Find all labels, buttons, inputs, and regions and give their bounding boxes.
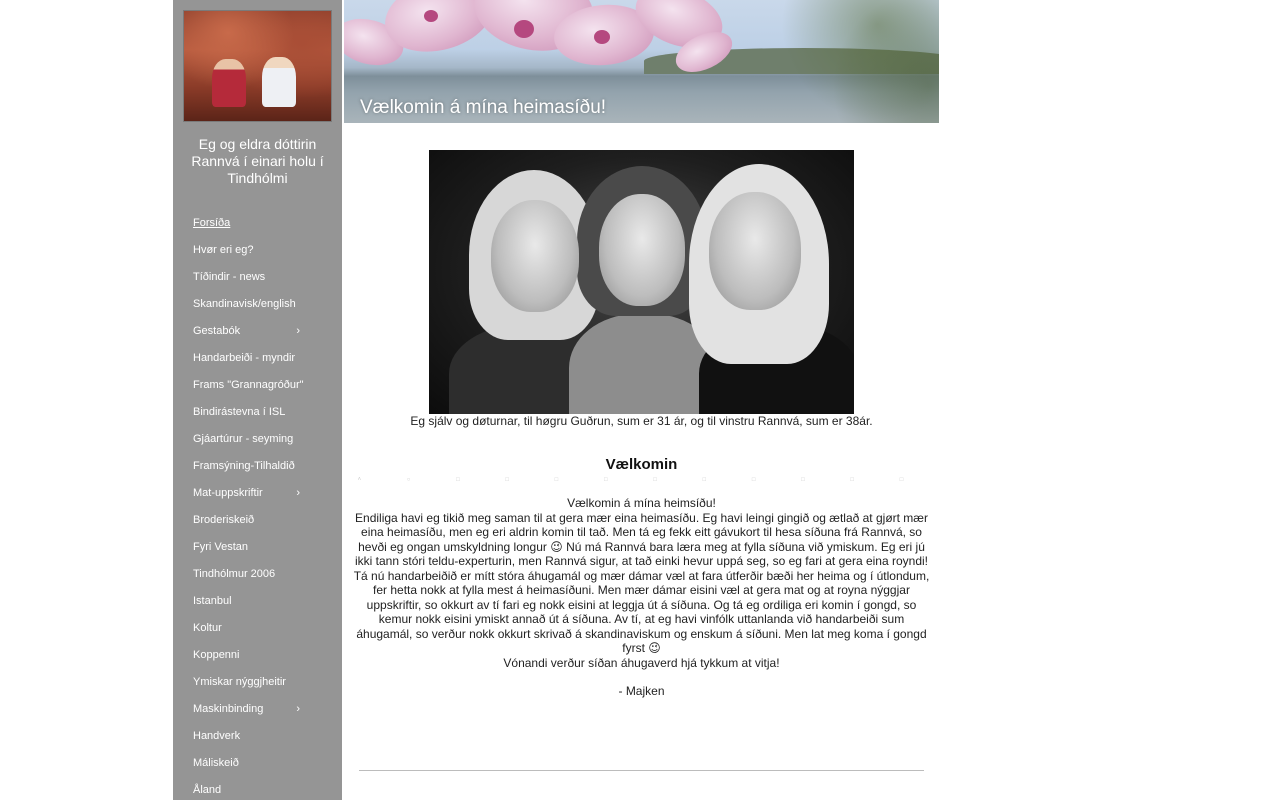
family-photo xyxy=(429,150,854,414)
photo-person-left xyxy=(212,59,246,107)
decorative-divider: ˄ ○ □ □ □ □ □ □ □ □ □ □ □ □ □ ○ ˄ xyxy=(357,477,926,483)
profile-photo xyxy=(183,10,332,122)
welcome-paragraph: Endiliga havi eg tikið meg saman til at … xyxy=(353,510,930,656)
orchid-center xyxy=(514,20,534,38)
photo-person-right xyxy=(262,57,296,107)
photo-face xyxy=(599,194,685,306)
nav-item-label: Gjáartúrur - seyming xyxy=(193,433,294,445)
nav-item-forsida[interactable]: Forsíða xyxy=(173,210,342,237)
nav-item-handarbeidi[interactable]: Handarbeiði - myndir xyxy=(173,345,342,372)
nav-item-istanbul[interactable]: Istanbul xyxy=(173,588,342,615)
page-title: Vælkomin á mína heimasíðu! xyxy=(360,97,607,118)
page: Eg og eldra dóttirin Rannvá í einari hol… xyxy=(0,0,1280,800)
nav-item-hvor-eri-eg[interactable]: Hvør eri eg? xyxy=(173,237,342,264)
nav-item-label: Broderiskeið xyxy=(193,514,255,526)
nav-item-maskinbinding[interactable]: Maskinbinding › xyxy=(173,696,342,723)
nav-item-label: Framsýning-Tilhaldið xyxy=(193,460,295,472)
sidebar-nav: Forsíða Hvør eri eg? Tíðindir - news Ska… xyxy=(173,210,342,800)
nav-item-label: Gestabók xyxy=(193,325,241,337)
signature: - Majken xyxy=(618,684,665,698)
nav-item-mat-uppskriftir[interactable]: Mat-uppskriftir › xyxy=(173,480,342,507)
welcome-text: Vælkomin á mína heimsíðu! Endiliga havi … xyxy=(352,496,931,699)
chevron-right-icon: › xyxy=(296,325,300,337)
nav-item-bindirastevna[interactable]: Bindirástevna í ISL xyxy=(173,399,342,426)
nav-item-maliskeid[interactable]: Máliskeið xyxy=(173,750,342,777)
nav-item-gjaarturur[interactable]: Gjáartúrur - seyming xyxy=(173,426,342,453)
intro-line: Vælkomin á mína heimsíðu! xyxy=(567,496,716,510)
chevron-right-icon: › xyxy=(296,487,300,499)
nav-item-label: Koltur xyxy=(193,622,222,634)
nav-item-label: Maskinbinding xyxy=(193,703,264,715)
nav-item-label: Handarbeiði - myndir xyxy=(193,352,296,364)
nav-item-broderiskeid[interactable]: Broderiskeið xyxy=(173,507,342,534)
nav-item-handverk[interactable]: Handverk xyxy=(173,723,342,750)
main-content: Eg sjálv og døturnar, til høgru Guðrun, … xyxy=(352,150,931,699)
nav-item-label: Hvør eri eg? xyxy=(193,244,254,256)
nav-item-label: Mat-uppskriftir xyxy=(193,487,263,499)
sidebar: Eg og eldra dóttirin Rannvá í einari hol… xyxy=(173,0,342,800)
nav-item-label: Máliskeið xyxy=(193,757,239,769)
nav-item-framsyning[interactable]: Framsýning-Tilhaldið xyxy=(173,453,342,480)
nav-item-label: Skandinavisk/english xyxy=(193,298,296,310)
nav-item-label: Tíðindir - news xyxy=(193,271,266,283)
photo-face xyxy=(709,192,801,310)
chevron-right-icon: › xyxy=(296,703,300,715)
banner-foliage xyxy=(734,0,939,123)
nav-item-frams[interactable]: Frams "Grannagróður" xyxy=(173,372,342,399)
nav-item-koppenni[interactable]: Koppenni xyxy=(173,642,342,669)
photo-caption: Eg sjálv og døturnar, til høgru Guðrun, … xyxy=(410,414,873,428)
profile-caption: Eg og eldra dóttirin Rannvá í einari hol… xyxy=(191,136,324,186)
nav-item-label: Frams "Grannagróður" xyxy=(193,379,304,391)
nav-item-label: Bindirástevna í ISL xyxy=(193,406,286,418)
closing-line: Vónandi verður síðan áhugaverd hjá tykku… xyxy=(503,655,780,670)
nav-item-label: Åland xyxy=(193,784,222,796)
nav-item-label: Istanbul xyxy=(193,595,232,607)
orchid-center xyxy=(594,30,610,44)
orchid-center xyxy=(424,10,438,22)
header-banner: Vælkomin á mína heimasíðu! xyxy=(344,0,939,123)
nav-item-fyri-vestan[interactable]: Fyri Vestan xyxy=(173,534,342,561)
nav-item-gestabok[interactable]: Gestabók › xyxy=(173,318,342,345)
nav-item-label: Koppenni xyxy=(193,649,240,661)
nav-item-ymiskar[interactable]: Ymiskar nýggjheitir xyxy=(173,669,342,696)
horizontal-divider xyxy=(359,770,924,771)
nav-item-aland[interactable]: Åland xyxy=(173,777,342,800)
nav-item-label: Tindhólmur 2006 xyxy=(193,568,276,580)
nav-item-koltur[interactable]: Koltur xyxy=(173,615,342,642)
nav-item-tindholmur[interactable]: Tindhólmur 2006 xyxy=(173,561,342,588)
nav-item-skandinavisk[interactable]: Skandinavisk/english xyxy=(173,291,342,318)
nav-item-label: Ymiskar nýggjheitir xyxy=(193,676,286,688)
nav-item-label: Handverk xyxy=(193,730,241,742)
nav-item-label: Fyri Vestan xyxy=(193,541,249,553)
photo-face xyxy=(491,200,579,312)
section-heading: Vælkomin xyxy=(605,456,678,473)
nav-item-tidindir[interactable]: Tíðindir - news xyxy=(173,264,342,291)
nav-item-label: Forsíða xyxy=(193,217,231,229)
